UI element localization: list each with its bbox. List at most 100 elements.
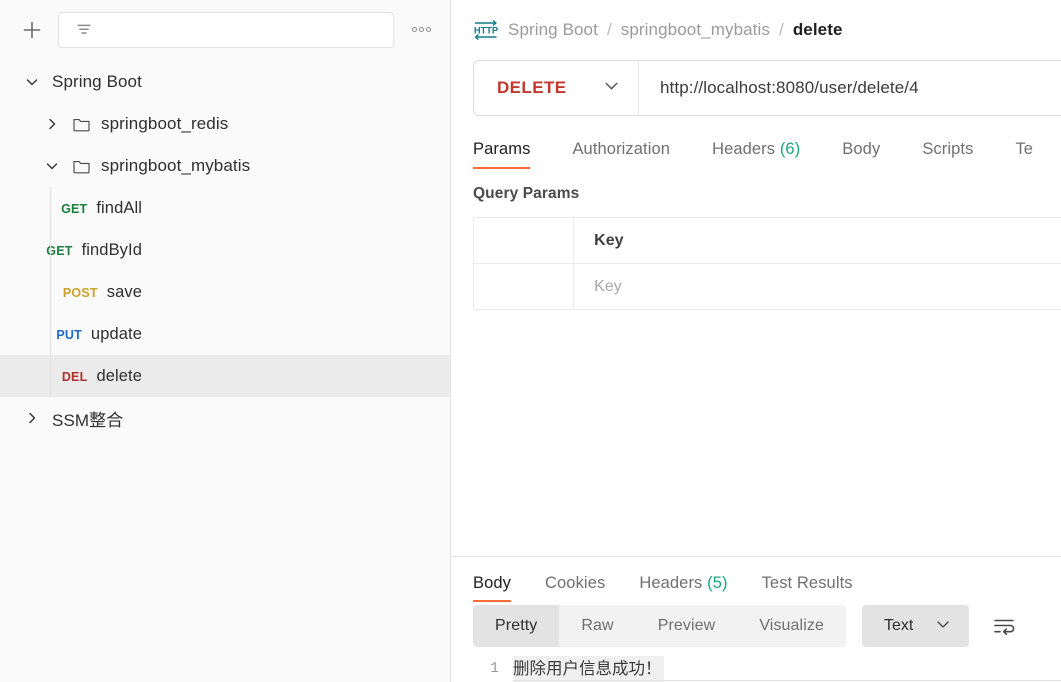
- tab-tests[interactable]: Te: [1015, 140, 1033, 169]
- request-name: update: [90, 324, 142, 343]
- sidebar-more-button[interactable]: [406, 16, 436, 44]
- tree-item-label: Spring Boot: [52, 72, 142, 91]
- breadcrumb-separator: /: [606, 20, 612, 39]
- chevron-down-icon[interactable]: [22, 72, 42, 92]
- query-params-title: Query Params: [473, 185, 580, 202]
- request-method-badge: POST: [62, 285, 98, 300]
- view-mode-preview[interactable]: Preview: [636, 605, 738, 647]
- tree-guide-line: [50, 313, 51, 355]
- tab-params[interactable]: Params: [473, 140, 531, 169]
- tree-item-request-findbyid[interactable]: GET findById: [0, 229, 450, 271]
- chevron-down-icon[interactable]: [42, 156, 62, 176]
- table-row[interactable]: Key Value: [472, 263, 1061, 310]
- tab-count: (6): [779, 140, 801, 158]
- filter-input[interactable]: [58, 11, 394, 48]
- more-dot-3: [425, 27, 431, 32]
- tree-item-label: SSM整合: [52, 410, 124, 430]
- url-bar: DELETE http://localhost:8080/user/delete…: [473, 60, 1061, 116]
- breadcrumb-item-0[interactable]: Spring Boot: [508, 20, 598, 40]
- tab-count: (5): [707, 574, 728, 592]
- code-separator: [513, 680, 1061, 681]
- request-tabs: Params Authorization Headers (6) Body Sc…: [451, 121, 1061, 169]
- tree-item-request-delete[interactable]: DEL delete: [0, 355, 450, 397]
- plus-icon: [23, 21, 41, 38]
- sidebar-toolbar: [0, 0, 450, 59]
- http-method-dropdown[interactable]: DELETE: [474, 61, 639, 115]
- request-method-badge: GET: [61, 201, 88, 216]
- tab-label: Scripts: [922, 140, 974, 158]
- collection-tree: Spring Boot springboot_redis springboot_…: [0, 59, 450, 439]
- request-method-badge: DEL: [61, 369, 88, 384]
- response-tab-test-results[interactable]: Test Results: [762, 574, 853, 602]
- tree-item-ssm[interactable]: SSM整合: [0, 397, 450, 439]
- svg-text:HTTP: HTTP: [474, 26, 498, 36]
- tab-scripts[interactable]: Scripts: [922, 140, 973, 169]
- breadcrumb: HTTP Spring Boot / springboot_mybatis / …: [451, 0, 1061, 60]
- tab-label: Test Results: [761, 574, 853, 592]
- request-name: save: [106, 282, 142, 301]
- more-dot-1: [411, 27, 417, 32]
- url-input[interactable]: http://localhost:8080/user/delete/4: [639, 61, 1061, 115]
- tab-label: Headers: [712, 140, 776, 158]
- tree-item-springboot-mybatis[interactable]: springboot_mybatis: [0, 145, 450, 187]
- tree-item-springboot-redis[interactable]: springboot_redis: [0, 103, 450, 145]
- word-wrap-icon: [994, 619, 1015, 636]
- column-header-key: Key: [573, 217, 1061, 264]
- response-view-mode-group: Pretty Raw Preview Visualize: [473, 605, 846, 647]
- query-params-table: Key Value Key Value: [472, 217, 1061, 310]
- tree-item-request-update[interactable]: PUT update: [0, 313, 450, 355]
- chevron-right-icon[interactable]: [22, 408, 42, 428]
- response-tab-headers[interactable]: Headers (5): [639, 574, 727, 602]
- new-item-button[interactable]: [18, 16, 46, 44]
- response-format-value: Text: [883, 617, 914, 634]
- tab-authorization[interactable]: Authorization: [572, 140, 670, 169]
- breadcrumb-item-1[interactable]: springboot_mybatis: [621, 20, 770, 40]
- tab-headers[interactable]: Headers (6): [712, 140, 800, 169]
- line-number: 1: [490, 661, 499, 677]
- request-name: findById: [81, 240, 142, 259]
- tree-item-label: springboot_mybatis: [101, 156, 251, 175]
- tree-item-spring-boot[interactable]: Spring Boot: [0, 61, 450, 103]
- request-name: findAll: [96, 198, 142, 217]
- tree-guide-line: [50, 271, 51, 313]
- response-format-dropdown[interactable]: Text: [861, 605, 970, 647]
- view-mode-pretty[interactable]: Pretty: [473, 605, 560, 647]
- tab-label: Body: [842, 140, 881, 158]
- request-method-badge: PUT: [56, 327, 82, 342]
- param-key-input[interactable]: Key: [573, 263, 1061, 310]
- main-panel: HTTP Spring Boot / springboot_mybatis / …: [451, 0, 1061, 682]
- tree-guide-line: [50, 229, 51, 271]
- http-protocol-icon: HTTP: [473, 18, 499, 42]
- tree-guide-line: [50, 187, 51, 229]
- app-root: Spring Boot springboot_redis springboot_…: [0, 0, 1061, 682]
- code-line: 1 删除用户信息成功！: [451, 656, 1061, 682]
- tree-item-request-findall[interactable]: GET findAll: [0, 187, 450, 229]
- column-header-checkbox: [472, 217, 575, 264]
- more-dot-2: [418, 27, 424, 32]
- tree-item-request-save[interactable]: POST save: [0, 271, 450, 313]
- filter-icon: [77, 24, 91, 34]
- word-wrap-toggle[interactable]: [987, 609, 1021, 643]
- chevron-down-icon: [603, 77, 620, 99]
- response-tab-cookies[interactable]: Cookies: [545, 574, 605, 602]
- tab-label: Cookies: [545, 574, 606, 592]
- tab-label: Authorization: [572, 140, 671, 158]
- response-panel: Body Cookies Headers (5) Test Results Pr…: [451, 556, 1061, 682]
- tab-label: Headers: [639, 574, 703, 592]
- tree-item-label: springboot_redis: [101, 114, 229, 133]
- breadcrumb-separator: /: [778, 20, 784, 39]
- view-mode-raw[interactable]: Raw: [559, 605, 635, 647]
- breadcrumb-item-current: delete: [792, 20, 843, 39]
- chevron-right-icon[interactable]: [42, 114, 62, 134]
- response-tab-body[interactable]: Body: [473, 574, 512, 602]
- folder-icon: [72, 157, 91, 176]
- response-body-viewer[interactable]: 1 删除用户信息成功！: [451, 650, 1061, 682]
- tab-body[interactable]: Body: [842, 140, 880, 169]
- response-body-text: 删除用户信息成功！: [513, 656, 664, 682]
- table-header-row: Key Value: [472, 217, 1061, 264]
- tab-label: Body: [473, 574, 512, 592]
- view-mode-visualize[interactable]: Visualize: [737, 605, 846, 647]
- chevron-down-icon: [935, 616, 951, 637]
- row-checkbox-cell[interactable]: [472, 263, 575, 310]
